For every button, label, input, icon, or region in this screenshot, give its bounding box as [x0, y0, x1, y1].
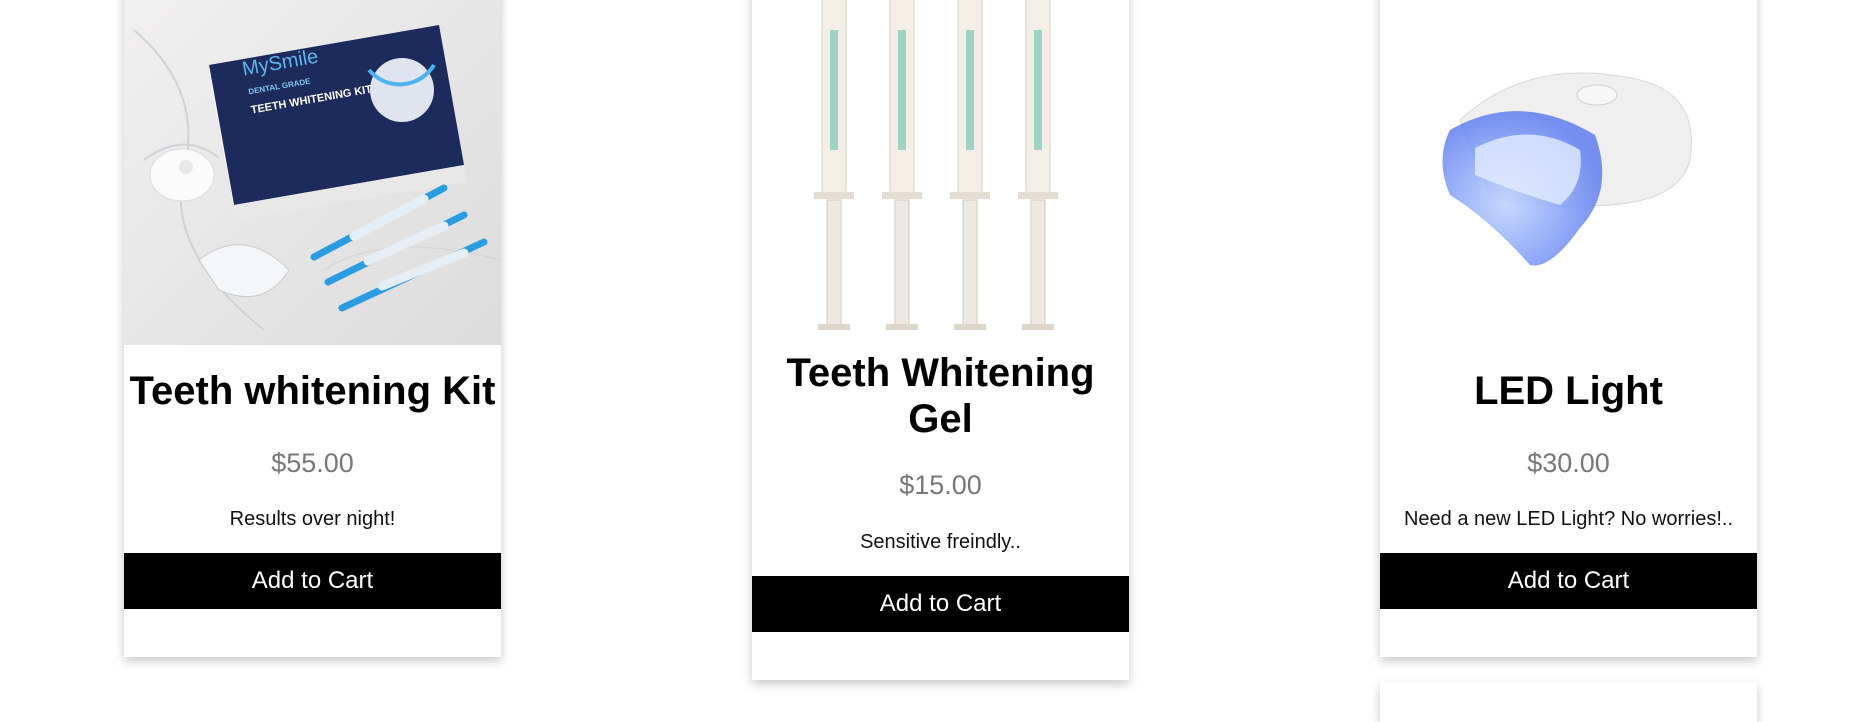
product-title[interactable]: Teeth Whitening Gel	[752, 350, 1129, 442]
add-to-cart-button[interactable]: Add to Cart	[1380, 553, 1757, 609]
product-description: Sensitive freindly..	[860, 531, 1021, 553]
product-price: $55.00	[271, 448, 354, 478]
product-title[interactable]: Teeth whitening Kit	[124, 368, 501, 414]
add-to-cart-button[interactable]: Add to Cart	[752, 576, 1129, 632]
product-card-teeth-whitening-gel: Teeth Whitening Gel $15.00 Sensitive fre…	[752, 0, 1129, 680]
whitening-gel-image[interactable]	[752, 0, 1129, 345]
whitening-gel-syringes-photo-icon	[814, 0, 1058, 330]
product-card-teeth-whitening-kit: MySmile DENTAL GRADE TEETH WHITENING KIT…	[124, 0, 501, 657]
led-light-photo-icon	[1442, 72, 1692, 266]
add-to-cart-button[interactable]: Add to Cart	[124, 553, 501, 609]
product-description: Need a new LED Light? No worries!..	[1403, 508, 1734, 530]
teeth-whitening-kit-image[interactable]: MySmile DENTAL GRADE TEETH WHITENING KIT	[124, 0, 501, 345]
product-price: $30.00	[1527, 448, 1610, 478]
product-card-led-light: LED Light $30.00 Need a new LED Light? N…	[1380, 0, 1757, 657]
product-description: Results over night!	[229, 508, 396, 530]
product-price: $15.00	[899, 470, 982, 500]
product-title[interactable]: LED Light	[1380, 368, 1757, 414]
led-light-image[interactable]	[1380, 0, 1757, 345]
product-card-partial	[1380, 682, 1757, 722]
